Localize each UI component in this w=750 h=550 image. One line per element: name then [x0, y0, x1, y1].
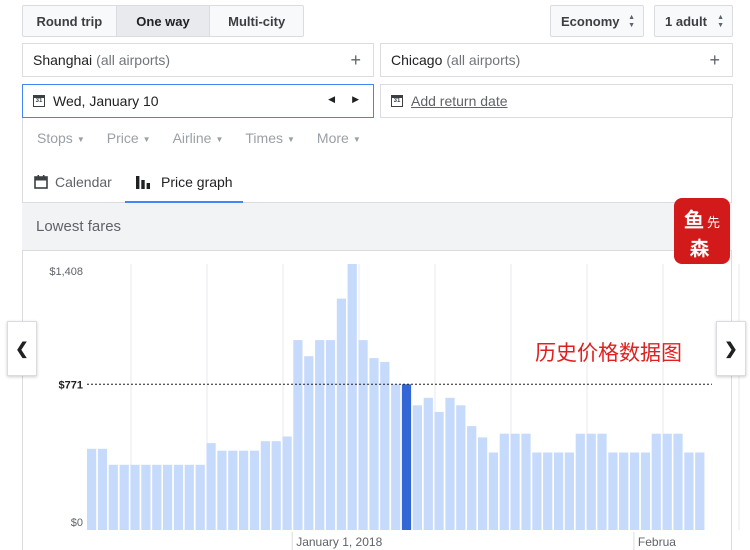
chevron-right-icon: ❯	[724, 340, 738, 358]
stamp-char-2: 先	[707, 216, 721, 231]
price-bar[interactable]	[217, 450, 227, 530]
y-tick-zero: $0	[71, 517, 83, 529]
price-bar[interactable]	[630, 452, 640, 531]
price-bar[interactable]	[97, 448, 108, 530]
price-bar[interactable]	[619, 452, 629, 531]
price-bar[interactable]	[369, 358, 379, 530]
price-bar[interactable]	[564, 452, 574, 531]
price-bar[interactable]	[608, 452, 618, 531]
price-bar[interactable]	[510, 433, 520, 530]
price-bar[interactable]	[532, 452, 542, 531]
price-bar[interactable]	[271, 441, 281, 530]
price-bar[interactable]	[478, 437, 488, 530]
next-period-button[interactable]: ❯	[716, 321, 746, 376]
price-bar[interactable]	[488, 452, 498, 531]
price-bar[interactable]	[119, 464, 129, 530]
price-bar[interactable]	[434, 411, 444, 530]
price-bar[interactable]	[293, 340, 303, 530]
annotation-text: 历史价格数据图	[535, 341, 682, 365]
stamp-char-1: 鱼	[684, 208, 704, 232]
x-tick-january: January 1, 2018	[296, 535, 382, 549]
price-bar[interactable]	[456, 405, 466, 530]
price-bar[interactable]	[228, 450, 238, 530]
price-bar[interactable]	[673, 433, 683, 530]
price-bar[interactable]	[184, 464, 194, 530]
x-tick-february: Februa	[638, 535, 676, 549]
price-bar[interactable]	[325, 340, 336, 530]
chart-bars	[87, 264, 705, 531]
price-bar[interactable]	[575, 433, 585, 530]
price-bar[interactable]	[521, 433, 531, 530]
chevron-left-icon: ❮	[15, 340, 29, 358]
price-bar[interactable]	[423, 397, 433, 530]
price-bar[interactable]	[640, 452, 651, 531]
selected-price-bar[interactable]	[401, 384, 412, 530]
price-bar[interactable]	[163, 464, 173, 530]
price-bar[interactable]	[467, 426, 477, 530]
price-bar[interactable]	[391, 384, 401, 530]
price-bar[interactable]	[695, 452, 705, 531]
stamp-char-3: 森	[690, 238, 710, 260]
price-bar[interactable]	[412, 405, 422, 530]
watermark-stamp: 鱼 先 森	[674, 198, 730, 264]
price-bar[interactable]	[173, 464, 184, 530]
price-bar[interactable]	[87, 448, 97, 530]
price-bar[interactable]	[358, 340, 368, 530]
price-bar[interactable]	[586, 433, 596, 530]
price-bar[interactable]	[543, 452, 553, 531]
price-bar[interactable]	[152, 464, 162, 530]
y-tick-reference: $771	[59, 379, 83, 391]
price-bar[interactable]	[108, 464, 118, 530]
price-bar[interactable]	[141, 464, 151, 530]
price-bar[interactable]	[380, 361, 390, 530]
price-bar[interactable]	[684, 452, 694, 531]
price-bar[interactable]	[239, 450, 249, 530]
price-bar[interactable]	[347, 264, 357, 530]
price-bar[interactable]	[130, 464, 140, 530]
price-graph-chart: $1,408 $771 $0 January 1, 2018 Februa	[49, 264, 740, 550]
price-bar[interactable]	[304, 356, 314, 530]
price-bar[interactable]	[336, 298, 346, 530]
price-bar[interactable]	[315, 340, 325, 530]
price-bar[interactable]	[499, 433, 509, 530]
price-bar[interactable]	[662, 433, 672, 530]
price-bar[interactable]	[651, 433, 661, 530]
y-tick-max: $1,408	[49, 266, 83, 278]
previous-period-button[interactable]: ❮	[7, 321, 37, 376]
price-bar[interactable]	[597, 433, 607, 530]
price-bar[interactable]	[195, 464, 205, 530]
price-bar[interactable]	[260, 441, 270, 530]
price-bar[interactable]	[249, 450, 260, 530]
price-bar[interactable]	[282, 436, 292, 531]
price-bar[interactable]	[554, 452, 564, 531]
price-bar[interactable]	[206, 443, 216, 530]
price-bar[interactable]	[445, 397, 455, 530]
